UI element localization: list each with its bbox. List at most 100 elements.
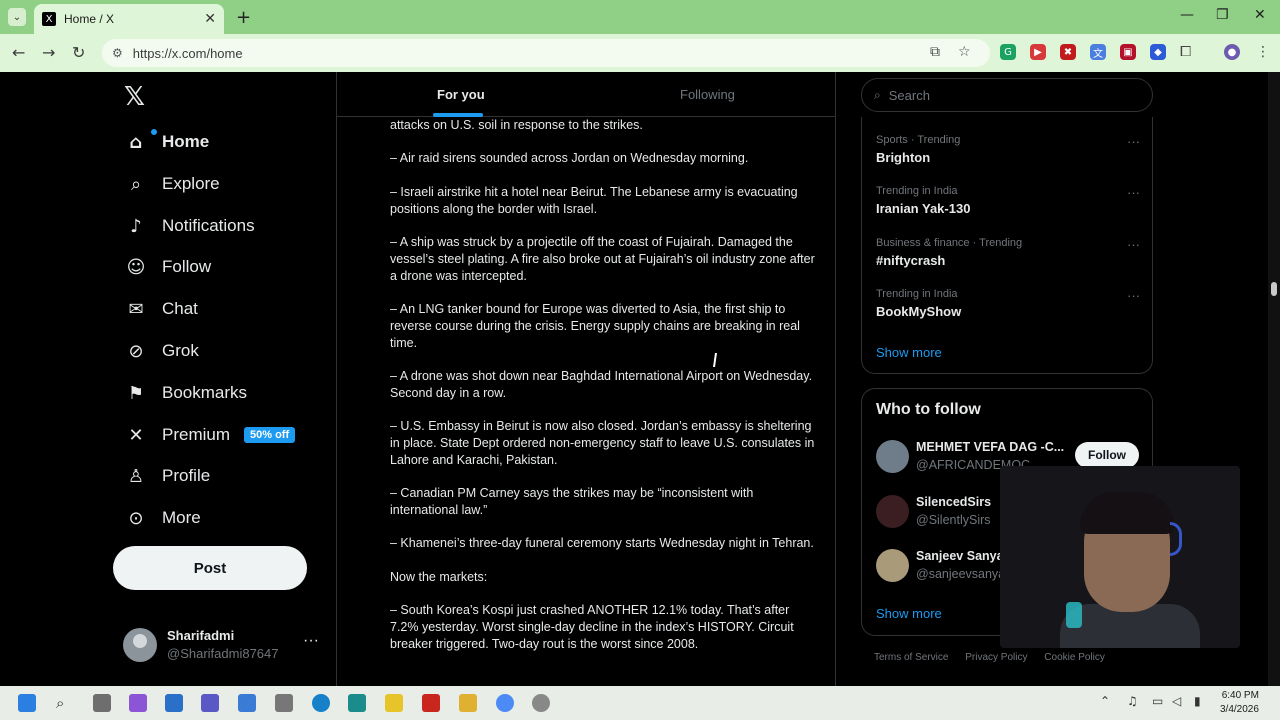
tab-following[interactable]: Following — [680, 87, 735, 102]
chrome-icon[interactable] — [496, 694, 514, 712]
search-icon: ⌕ — [130, 173, 142, 195]
trend-title: BookMyShow — [876, 304, 962, 319]
download-app-icon[interactable] — [422, 694, 440, 712]
tab-search-button[interactable]: ⌄ — [8, 8, 26, 26]
tray-expand-icon[interactable]: ⌃ — [1100, 694, 1110, 708]
x-logo-icon[interactable]: 𝕏 — [124, 82, 145, 112]
active-tab-indicator — [433, 113, 483, 117]
teams-icon[interactable] — [201, 694, 219, 712]
window-close-icon[interactable]: ✕ — [1254, 7, 1266, 23]
extension-grammarly-icon[interactable]: G — [1000, 44, 1016, 60]
left-sidebar: 𝕏 ⌂ Home ⌕ Explore ♪ Notifications ☺ Fol… — [112, 72, 332, 686]
more-horizontal-icon[interactable]: ··· — [1127, 134, 1140, 149]
browser-tab[interactable]: X Home / X ✕ — [34, 4, 224, 34]
suggestion-name: Sanjeev Sanya — [916, 549, 1004, 563]
battery-icon[interactable]: ▮ — [1194, 694, 1201, 708]
trend-item[interactable]: Trending in India Iranian Yak-130 ··· — [876, 185, 1140, 216]
suggestion-handle: @SilentlySirs — [916, 513, 991, 527]
post-paragraph: – U.S. Embassy in Beirut is now also clo… — [390, 419, 815, 467]
reload-icon[interactable]: ↻ — [72, 43, 85, 62]
post-button[interactable]: Post — [113, 546, 307, 590]
extension-video-icon[interactable]: ▶ — [1030, 44, 1046, 60]
main-timeline: For you Following attacks on U.S. soil i… — [336, 72, 836, 686]
headphones-icon — [1170, 522, 1182, 556]
trend-title: #niftycrash — [876, 253, 946, 268]
address-bar[interactable]: ⚙ https://x.com/home — [102, 39, 990, 67]
nav-bookmarks[interactable]: ⚑ Bookmarks — [124, 376, 247, 410]
webcam-hair — [1080, 492, 1174, 534]
show-more-follow-link[interactable]: Show more — [876, 606, 942, 621]
copilot-icon[interactable] — [129, 694, 147, 712]
app-icon[interactable] — [165, 694, 183, 712]
nav-more[interactable]: ⊙ More — [124, 501, 200, 535]
nav-notifications[interactable]: ♪ Notifications — [124, 209, 254, 243]
extension-shield-icon[interactable]: ◆ — [1150, 44, 1166, 60]
scrollbar-thumb[interactable] — [1271, 282, 1277, 296]
browser-menu-icon[interactable]: ⋮ — [1256, 44, 1270, 60]
suggestion-handle: @sanjeevsanya — [916, 567, 1006, 581]
app-icon[interactable] — [532, 694, 550, 712]
nav-premium[interactable]: ✕ Premium 50% off — [124, 418, 296, 452]
x-icon: ✕ — [128, 424, 144, 446]
notification-dot — [151, 129, 157, 135]
extension-dislike-icon[interactable]: ✖ — [1060, 44, 1076, 60]
search-input[interactable]: ⌕ Search — [861, 78, 1153, 112]
footer-link[interactable]: Cookie Policy — [1044, 652, 1105, 663]
task-view-icon[interactable] — [93, 694, 111, 712]
page-scrollbar[interactable] — [1268, 72, 1280, 686]
file-explorer-icon[interactable] — [459, 694, 477, 712]
back-icon[interactable]: ← — [12, 43, 25, 62]
clock[interactable]: 6:40 PM 3/4/2026 — [1220, 689, 1259, 717]
extension-translate-icon[interactable]: 文 — [1090, 44, 1106, 60]
more-circle-icon: ⊙ — [128, 507, 144, 529]
nav-grok[interactable]: ⊘ Grok — [124, 334, 198, 368]
trend-item[interactable]: Business & finance · Trending #niftycras… — [876, 237, 1140, 268]
app-icon[interactable] — [348, 694, 366, 712]
microphone-icon[interactable]: ♫ — [1127, 694, 1138, 708]
avatar — [876, 549, 909, 582]
nav-profile[interactable]: ♙ Profile — [124, 459, 210, 493]
show-more-trends-link[interactable]: Show more — [876, 345, 942, 360]
bookmark-star-icon[interactable]: ☆ — [958, 44, 971, 60]
edge-icon[interactable] — [312, 694, 330, 712]
store-icon[interactable] — [238, 694, 256, 712]
follow-button[interactable]: Follow — [1075, 442, 1139, 468]
nav-explore[interactable]: ⌕ Explore — [124, 167, 220, 201]
footer-link[interactable]: Privacy Policy — [965, 652, 1027, 663]
account-switcher[interactable]: Sharifadmi @Sharifadmi87647 ··· — [123, 624, 323, 666]
new-tab-button[interactable]: + — [236, 7, 251, 28]
nav-chat[interactable]: ✉ Chat — [124, 292, 197, 326]
forward-icon[interactable]: → — [42, 43, 55, 62]
nav-home[interactable]: ⌂ Home — [124, 125, 209, 159]
app-icon[interactable] — [275, 694, 293, 712]
more-horizontal-icon[interactable]: ··· — [303, 632, 319, 650]
extension-badge-icon[interactable]: ▣ — [1120, 44, 1136, 60]
site-info-icon[interactable]: ⚙ — [112, 46, 123, 60]
extensions-puzzle-icon[interactable]: ⧠ — [1180, 44, 1191, 60]
tab-close-icon[interactable]: ✕ — [204, 11, 216, 27]
install-app-icon[interactable]: ⧉ — [930, 44, 940, 60]
home-icon: ⌂ — [129, 131, 143, 153]
nav-label: Premium — [162, 425, 231, 444]
time-text: 6:40 PM — [1221, 690, 1259, 701]
minimize-icon[interactable]: — — [1180, 7, 1194, 23]
trend-context: Business & finance · Trending — [876, 237, 1023, 249]
trend-item[interactable]: Trending in India BookMyShow ··· — [876, 288, 1140, 319]
tab-for-you[interactable]: For you — [437, 87, 485, 102]
profile-avatar-icon[interactable]: ● — [1224, 44, 1240, 60]
start-icon[interactable] — [18, 694, 36, 712]
more-horizontal-icon[interactable]: ··· — [1127, 288, 1140, 303]
more-horizontal-icon[interactable]: ··· — [1127, 185, 1140, 200]
trends-card: Sports · Trending Brighton ··· Trending … — [861, 117, 1153, 374]
post-paragraph: – South Korea’s Kospi just crashed ANOTH… — [390, 603, 794, 651]
trend-item[interactable]: Sports · Trending Brighton ··· — [876, 134, 1140, 165]
search-icon[interactable]: ⌕ — [56, 694, 64, 712]
nav-follow[interactable]: ☺ Follow — [124, 250, 212, 284]
tab-title: Home / X — [64, 12, 115, 26]
volume-icon[interactable]: ◁ — [1172, 694, 1181, 708]
network-icon[interactable]: ▭ — [1152, 694, 1163, 708]
footer-link[interactable]: Terms of Service — [874, 652, 948, 663]
notes-icon[interactable] — [385, 694, 403, 712]
more-horizontal-icon[interactable]: ··· — [1127, 237, 1140, 252]
restore-icon[interactable]: ❐ — [1216, 7, 1229, 23]
